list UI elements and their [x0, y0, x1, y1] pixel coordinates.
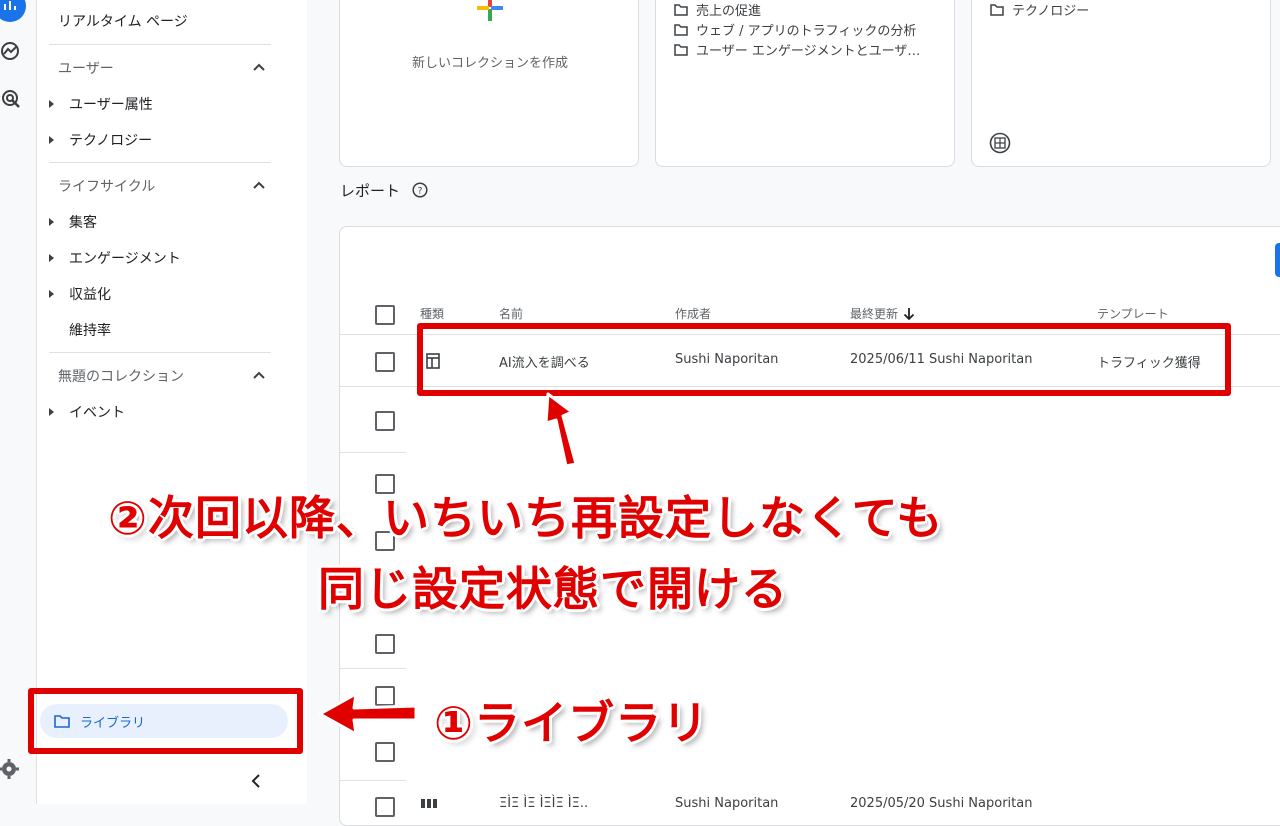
folder-row: ウェブ / アプリのトラフィックの分析	[674, 20, 916, 39]
column-name[interactable]: 名前	[499, 305, 523, 322]
nav-item-technology[interactable]: テクノロジー	[49, 130, 152, 150]
svg-text:?: ?	[418, 187, 423, 197]
nav-item-events[interactable]: イベント	[49, 402, 125, 422]
nav-item-acquisition[interactable]: 集客	[49, 212, 97, 232]
template-globe-icon	[989, 132, 1011, 154]
report-navigation: リアルタイム ページ ユーザー ユーザー属性 テクノロジー ライフサイクル 集客…	[36, 0, 307, 804]
expand-triangle-icon	[49, 290, 54, 298]
divider	[49, 44, 271, 45]
folder-icon	[990, 3, 1004, 16]
folder-row: 売上の促進	[674, 0, 761, 19]
google-plus-icon	[477, 0, 503, 21]
annotation-arrow-up-icon	[544, 392, 578, 468]
expand-triangle-icon	[49, 254, 54, 262]
divider	[49, 162, 271, 163]
collection-card-business[interactable]: 売上の促進 ウェブ / アプリのトラフィックの分析 ユーザー エンゲージメントと…	[655, 0, 955, 167]
advertising-icon[interactable]	[0, 88, 22, 110]
explore-icon[interactable]	[0, 40, 22, 62]
divider	[49, 352, 271, 353]
create-report-button[interactable]	[1275, 243, 1280, 277]
expand-triangle-icon	[49, 408, 54, 416]
reports-heading: レポート	[340, 182, 401, 200]
annotation-step1: ①ライブラリ	[434, 696, 709, 750]
nav-item-retention[interactable]: 維持率	[49, 320, 111, 340]
folder-row: テクノロジー	[990, 0, 1089, 19]
sort-down-arrow-icon[interactable]	[903, 307, 915, 321]
row-checkbox[interactable]	[375, 634, 395, 654]
folder-icon	[674, 23, 688, 36]
collapse-chevron-left-icon[interactable]	[249, 773, 263, 789]
section-lifecycle-title[interactable]: ライフサイクル	[58, 176, 155, 196]
column-last-modified[interactable]: 最終更新	[850, 305, 898, 322]
row-divider	[340, 452, 406, 453]
icon-rail	[0, 0, 36, 804]
nav-realtime-pages[interactable]: リアルタイム ページ	[58, 11, 188, 31]
reports-icon[interactable]	[0, 0, 26, 22]
annotation-step2-line1: ②次回以降、いちいち再設定しなくても	[108, 491, 944, 545]
report-type-icon	[421, 799, 437, 808]
column-template[interactable]: テンプレート	[1097, 305, 1169, 322]
row-checkbox[interactable]	[375, 411, 395, 431]
highlight-box-report-row	[417, 323, 1231, 396]
chevron-up-icon[interactable]	[252, 61, 266, 75]
collection-card-technology[interactable]: テクノロジー	[971, 0, 1271, 167]
row-divider	[340, 668, 406, 669]
row-checkbox[interactable]	[375, 352, 395, 372]
expand-triangle-icon	[49, 100, 54, 108]
help-icon[interactable]: ?	[412, 182, 428, 198]
annotation-step2-line2: 同じ設定状態で開ける	[318, 562, 788, 616]
settings-gear-icon[interactable]	[0, 758, 22, 780]
create-collection-label: 新しいコレクションを作成	[411, 56, 568, 71]
section-user-title[interactable]: ユーザー	[58, 58, 114, 78]
folder-icon	[674, 43, 688, 56]
section-untitled-collection-title[interactable]: 無題のコレクション	[58, 366, 184, 386]
nav-item-engagement[interactable]: エンゲージメント	[49, 248, 181, 268]
chevron-up-icon[interactable]	[252, 369, 266, 383]
select-all-checkbox[interactable]	[375, 305, 395, 325]
highlight-box-library	[28, 688, 303, 754]
nav-item-demographics[interactable]: ユーザー属性	[49, 94, 153, 114]
row-checkbox[interactable]	[375, 797, 395, 817]
annotation-arrow-left-icon	[318, 692, 418, 736]
folder-row: ユーザー エンゲージメントとユーザ…	[674, 40, 920, 59]
column-type[interactable]: 種類	[420, 305, 444, 322]
row-checkbox[interactable]	[375, 742, 395, 762]
create-collection-card[interactable]: 新しいコレクションを作成	[339, 0, 639, 167]
chevron-up-icon[interactable]	[252, 179, 266, 193]
row-divider	[340, 780, 406, 781]
expand-triangle-icon	[49, 218, 54, 226]
expand-triangle-icon	[49, 136, 54, 144]
folder-icon	[674, 3, 688, 16]
column-creator[interactable]: 作成者	[675, 305, 711, 322]
nav-item-monetization[interactable]: 収益化	[49, 284, 111, 304]
